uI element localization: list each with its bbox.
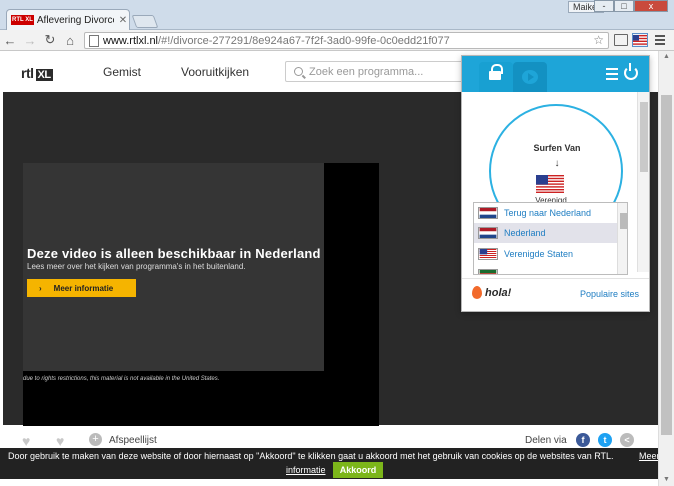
- hola-unblock-tab[interactable]: [479, 62, 513, 92]
- scroll-down-icon[interactable]: ▼: [659, 474, 674, 486]
- play-icon: [522, 70, 538, 84]
- hola-popup: Surfen Van ↓ Verenigd Terug naar Nederla…: [461, 55, 650, 312]
- nav-vooruitkijken[interactable]: Vooruitkijken: [181, 65, 249, 79]
- browser-toolbar: ← → ↻ ⌂ www.rtlxl.nl /#!/divorce-277291/…: [0, 30, 674, 51]
- us-flag-icon: [478, 248, 498, 260]
- country-option[interactable]: ...: [474, 265, 617, 275]
- url-host: www.rtlxl.nl: [103, 34, 159, 47]
- page-icon: [89, 34, 99, 47]
- rtl-favicon-icon: RTL XL: [11, 15, 34, 25]
- window-controls: - □ x: [594, 0, 668, 12]
- hola-header: [462, 56, 649, 92]
- tab-close-icon[interactable]: ✕: [117, 15, 129, 26]
- cookie-text: Door gebruik te maken van deze website o…: [8, 451, 614, 461]
- home-icon[interactable]: ⌂: [60, 30, 80, 50]
- search-placeholder: Zoek een programma...: [309, 65, 424, 78]
- bookmark-star-icon[interactable]: ☆: [593, 33, 604, 47]
- facebook-icon[interactable]: f: [576, 433, 590, 447]
- add-playlist-icon[interactable]: +: [89, 433, 102, 446]
- nl-flag-icon: [478, 207, 498, 219]
- hola-logo[interactable]: hola!: [472, 286, 511, 299]
- hola-menu-icon[interactable]: [606, 68, 618, 80]
- us-flag-icon[interactable]: [536, 175, 564, 193]
- chevron-right-icon: ›: [39, 283, 42, 293]
- maximize-button[interactable]: □: [614, 0, 634, 12]
- lock-icon: [489, 64, 503, 80]
- dislike-heart-icon[interactable]: ♥: [56, 433, 64, 449]
- chrome-menu-icon[interactable]: [652, 32, 668, 48]
- country-option[interactable]: Terug naar Nederland: [474, 203, 617, 223]
- country-dropdown: Terug naar Nederland Nederland Verenigde…: [473, 202, 628, 275]
- close-window-button[interactable]: x: [634, 0, 668, 12]
- browser-titlebar: RTL XL Aflevering Divorce - zondag ✕ Mai…: [0, 0, 674, 30]
- rights-notice: due to rights restrictions, this materia…: [23, 376, 220, 382]
- back-arrow-icon[interactable]: ←: [0, 30, 20, 50]
- us-flag-icon: [633, 35, 647, 45]
- country-option[interactable]: Verenigde Staten: [474, 244, 617, 264]
- geo-block-title: Deze video is alleen beschikbaar in Nede…: [27, 246, 321, 261]
- hola-flame-icon: [472, 286, 482, 299]
- country-list-scrollbar[interactable]: [617, 203, 627, 274]
- browser-tab[interactable]: RTL XL Aflevering Divorce - zondag ✕: [6, 9, 130, 30]
- address-bar[interactable]: www.rtlxl.nl /#!/divorce-277291/8e924a67…: [84, 32, 609, 49]
- nl-flag-icon: [478, 227, 498, 239]
- geo-block-subtitle: Lees meer over het kijken van programma'…: [27, 262, 246, 271]
- tab-title: Aflevering Divorce - zondag: [36, 14, 114, 26]
- country-label: Nederland: [504, 228, 546, 238]
- reload-icon[interactable]: ↻: [40, 30, 60, 50]
- flag-icon: [478, 269, 498, 274]
- minimize-button[interactable]: -: [594, 0, 614, 12]
- new-tab-button[interactable]: [131, 15, 159, 28]
- page-scrollbar[interactable]: ▲ ▼: [658, 51, 674, 486]
- country-label: Terug naar Nederland: [504, 208, 592, 218]
- power-icon[interactable]: [624, 63, 638, 80]
- accept-cookies-button[interactable]: Akkoord: [333, 462, 383, 478]
- hola-logo-text: hola!: [485, 286, 512, 299]
- hola-scrollbar[interactable]: [637, 92, 649, 272]
- forward-arrow-icon[interactable]: →: [20, 30, 40, 50]
- video-action-bar: ♥ ♥ + Afspeellijst Delen via f t <: [0, 430, 658, 450]
- logo-xl-text: XL: [35, 69, 53, 81]
- page-scroll-thumb[interactable]: [661, 95, 672, 435]
- playlist-label[interactable]: Afspeellijst: [109, 435, 157, 446]
- surf-from-label: Surfen Van: [533, 143, 581, 153]
- country-label: Verenigde Staten: [504, 249, 574, 259]
- cast-icon[interactable]: [614, 34, 628, 46]
- country-label: ...: [504, 270, 512, 275]
- country-list-scroll-thumb[interactable]: [620, 213, 627, 229]
- country-option-selected[interactable]: Nederland: [474, 223, 617, 243]
- cookie-info-link[interactable]: informatie: [286, 465, 326, 475]
- url-path: /#!/divorce-277291/8e924a67-7f2f-3ad0-99…: [158, 34, 450, 47]
- hola-extension-button[interactable]: [632, 33, 648, 47]
- search-icon: [294, 67, 303, 76]
- hola-footer: hola! Populaire sites: [462, 278, 649, 311]
- twitter-icon[interactable]: t: [598, 433, 612, 447]
- share-label: Delen via: [525, 435, 567, 446]
- cookie-more-link[interactable]: Meer: [639, 451, 660, 461]
- hola-video-tab[interactable]: [513, 62, 547, 92]
- share-icon[interactable]: <: [620, 433, 634, 447]
- logo-rtl-text: rtl: [21, 65, 34, 81]
- rtlxl-logo[interactable]: rtl XL: [21, 65, 53, 81]
- like-heart-icon[interactable]: ♥: [22, 433, 30, 449]
- search-input[interactable]: Zoek een programma...: [285, 61, 485, 82]
- popular-sites-link[interactable]: Populaire sites: [580, 289, 639, 299]
- nav-gemist[interactable]: Gemist: [103, 65, 141, 79]
- cookie-bar: Door gebruik te maken van deze website o…: [0, 448, 674, 479]
- scroll-up-icon[interactable]: ▲: [659, 51, 674, 63]
- hola-scroll-thumb[interactable]: [640, 102, 648, 172]
- more-info-button[interactable]: › Meer informatie: [27, 279, 136, 297]
- more-info-label: Meer informatie: [53, 283, 114, 293]
- arrow-down-icon: ↓: [554, 158, 560, 169]
